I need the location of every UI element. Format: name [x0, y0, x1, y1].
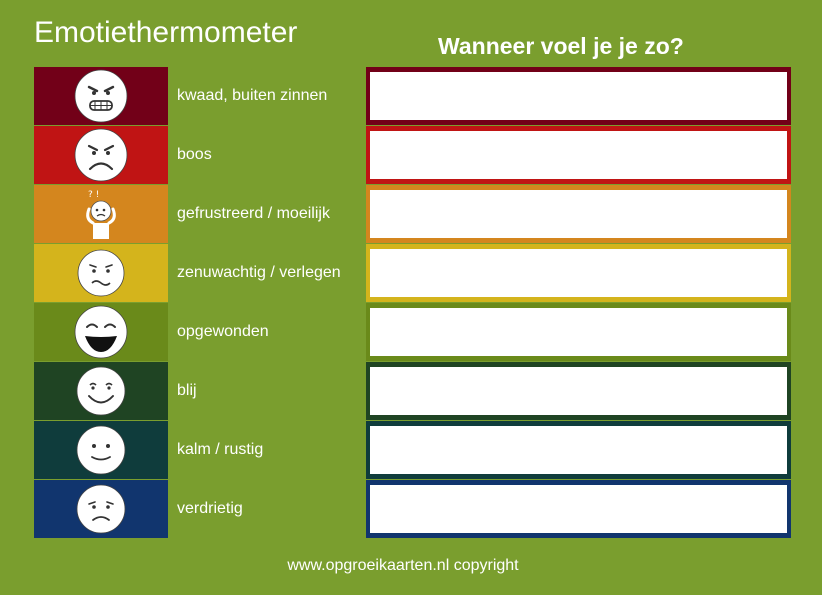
answer-frame: [366, 421, 791, 479]
emotion-row-kalm: kalm / rustig: [0, 421, 822, 479]
answer-frame: [366, 303, 791, 361]
answer-field[interactable]: [370, 131, 787, 179]
svg-text:? !: ? !: [88, 190, 99, 200]
emotion-label: boos: [177, 146, 212, 163]
emotion-row-angry: kwaad, buiten zinnen: [0, 67, 822, 125]
answer-field[interactable]: [370, 249, 787, 297]
emotion-row-boos: boos: [0, 126, 822, 184]
answer-field[interactable]: [370, 485, 787, 533]
answer-field[interactable]: [370, 426, 787, 474]
answer-frame: [366, 126, 791, 184]
emotion-color-cell: [34, 303, 168, 361]
answer-frame: [366, 480, 791, 538]
emotion-color-cell: [34, 362, 168, 420]
emotion-label: kwaad, buiten zinnen: [177, 87, 328, 104]
nervous-face-icon: [77, 249, 125, 297]
emotion-label: blij: [177, 382, 197, 399]
excited-face-icon: [74, 305, 128, 359]
emotion-row-opgewonden: opgewonden: [0, 303, 822, 361]
sad-face-icon: [76, 484, 126, 534]
answer-column-heading: Wanneer voel je je zo?: [438, 33, 684, 59]
emotion-color-cell: [34, 480, 168, 538]
angry-face-icon: [74, 69, 128, 123]
calm-face-icon: [76, 425, 126, 475]
copyright-footer: www.opgroeikaarten.nl copyright: [287, 557, 519, 574]
frowning-face-icon: [74, 128, 128, 182]
emotion-color-cell: [34, 244, 168, 302]
emotion-row-zenuwachtig: zenuwachtig / verlegen: [0, 244, 822, 302]
answer-frame: [366, 362, 791, 420]
emotion-color-cell: [34, 67, 168, 125]
answer-field[interactable]: [370, 190, 787, 238]
answer-field[interactable]: [370, 72, 787, 120]
frustrated-person-icon: ? !: [86, 190, 116, 239]
answer-frame: [366, 185, 791, 243]
emotion-label: zenuwachtig / verlegen: [177, 264, 341, 281]
emotion-color-cell: ? !: [34, 185, 168, 243]
emotion-row-blij: blij: [0, 362, 822, 420]
answer-frame: [366, 67, 791, 125]
answer-field[interactable]: [370, 367, 787, 415]
page-title: Emotiethermometer: [34, 16, 298, 49]
answer-field[interactable]: [370, 308, 787, 356]
happy-face-icon: [76, 366, 126, 416]
emotion-color-cell: [34, 126, 168, 184]
emotion-label: gefrustreerd / moeilijk: [177, 205, 330, 222]
emotion-label: opgewonden: [177, 323, 269, 340]
emotion-label: verdrietig: [177, 500, 243, 517]
answer-frame: [366, 244, 791, 302]
emotion-row-verdrietig: verdrietig: [0, 480, 822, 538]
emotion-label: kalm / rustig: [177, 441, 264, 458]
emotion-color-cell: [34, 421, 168, 479]
emotion-row-gefrustreerd: ? ! gefrustreerd / moeilijk: [0, 185, 822, 243]
